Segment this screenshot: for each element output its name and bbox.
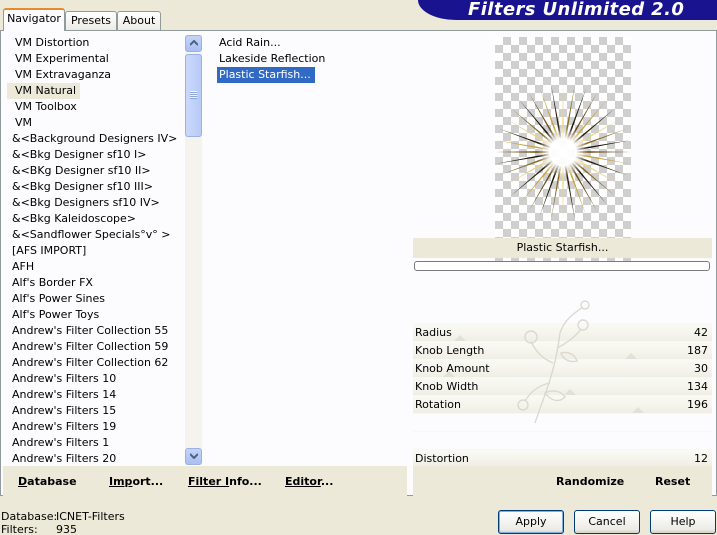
param-label: Distortion: [415, 452, 469, 465]
tab-about[interactable]: About: [117, 11, 161, 30]
list-item-selected[interactable]: VM Natural: [7, 83, 81, 99]
link-text: atabase: [27, 475, 77, 488]
status-area: Database:ICNET-Filters Filters: 935: [1, 510, 125, 535]
list-item[interactable]: &<Bkg Designer sf10 I>: [7, 147, 184, 163]
progress-bar: [414, 261, 710, 271]
chevron-up-icon: [189, 40, 198, 46]
starfish-center-glow: [537, 126, 589, 178]
param-empty: [413, 431, 712, 449]
reset-link[interactable]: Reset: [655, 475, 690, 488]
list-item[interactable]: Andrew's Filters 10: [7, 371, 184, 387]
list-item[interactable]: Andrew's Filter Collection 55: [7, 323, 184, 339]
watermark-icon: [517, 300, 590, 424]
list-item[interactable]: VM Distortion: [7, 35, 184, 51]
list-item[interactable]: VM Toolbox: [7, 99, 184, 115]
param-value: 134: [687, 380, 708, 393]
link-bar: Database Import... Filter Info... Editor…: [3, 466, 407, 496]
chevron-down-icon: [189, 453, 198, 459]
list-item[interactable]: &<Bkg Designer sf10 III>: [7, 179, 184, 195]
param-label: Radius: [415, 326, 452, 339]
param-distortion[interactable]: Distortion 12: [413, 449, 712, 466]
filter-name-label: Plastic Starfish...: [413, 238, 712, 258]
randomize-link[interactable]: Randomize: [556, 475, 624, 488]
database-label: Database:: [1, 510, 58, 523]
list-item[interactable]: &<Background Designers IV>: [7, 131, 184, 147]
category-scrollbar[interactable]: [185, 35, 202, 465]
param-value: 187: [687, 344, 708, 357]
list-item[interactable]: VM: [7, 115, 184, 131]
param-value: 196: [687, 398, 708, 411]
preview-image: [495, 37, 631, 267]
grip-icon: [190, 91, 197, 99]
filters-count-value: 935: [56, 523, 77, 535]
link-bar-right: Randomize Reset: [413, 466, 712, 496]
list-item[interactable]: &<Bkg Designers sf10 IV>: [7, 195, 184, 211]
list-item[interactable]: Alf's Power Toys: [7, 307, 184, 323]
tab-presets[interactable]: Presets: [65, 11, 117, 30]
editor-link[interactable]: Editor...: [285, 475, 333, 488]
link-accel: D: [18, 475, 28, 488]
list-item[interactable]: Andrew's Filters 20: [7, 451, 184, 463]
param-label: Knob Width: [415, 380, 479, 393]
list-item[interactable]: Andrew's Filters 1: [7, 435, 184, 451]
apply-button[interactable]: Apply: [498, 510, 564, 534]
link-text: ...: [320, 475, 334, 488]
link-accel: Filter I: [188, 475, 230, 488]
list-item[interactable]: VM Extravaganza: [7, 67, 184, 83]
filter-list[interactable]: Acid Rain... Lakeside Reflection Plastic…: [205, 35, 408, 463]
starfish-preview-graphic: [495, 84, 631, 220]
list-item-selected[interactable]: Plastic Starfish...: [217, 67, 315, 83]
category-list[interactable]: VM Distortion VM Experimental VM Extrava…: [7, 35, 184, 463]
link-accel: Editor: [285, 475, 321, 488]
param-value: 12: [694, 452, 708, 465]
param-value: 30: [694, 362, 708, 375]
param-value: 42: [694, 326, 708, 339]
link-accel: Imp: [109, 475, 133, 488]
list-item[interactable]: Andrew's Filters 19: [7, 419, 184, 435]
list-item[interactable]: Acid Rain...: [217, 35, 408, 51]
list-item[interactable]: Andrew's Filter Collection 62: [7, 355, 184, 371]
scroll-up-button[interactable]: [185, 35, 202, 52]
param-label: Knob Length: [415, 344, 485, 357]
list-item[interactable]: Andrew's Filter Collection 59: [7, 339, 184, 355]
list-item[interactable]: Andrew's Filters 15: [7, 403, 184, 419]
link-text: ort...: [132, 475, 164, 488]
link-text: nfo...: [229, 475, 262, 488]
database-link[interactable]: Database: [18, 475, 77, 488]
parameter-panel: Radius 42 Knob Length 187 Knob Amount 30…: [413, 293, 712, 449]
list-item[interactable]: Alf's Power Sines: [7, 291, 184, 307]
list-item[interactable]: &<Bkg Kaleidoscope>: [7, 211, 184, 227]
scroll-down-button[interactable]: [185, 448, 202, 465]
list-item[interactable]: Andrew's Filters 14: [7, 387, 184, 403]
param-label: Rotation: [415, 398, 462, 411]
list-item[interactable]: [AFS IMPORT]: [7, 243, 184, 259]
app-banner: Filters Unlimited 2.0: [418, 0, 717, 20]
preview-panel: [411, 35, 713, 267]
help-button[interactable]: Help: [650, 510, 716, 534]
list-item[interactable]: Lakeside Reflection: [217, 51, 408, 67]
filter-info-link[interactable]: Filter Info...: [188, 475, 262, 488]
app-title: Filters Unlimited 2.0: [468, 0, 685, 20]
list-item[interactable]: VM Experimental: [7, 51, 184, 67]
scroll-thumb[interactable]: [185, 54, 202, 137]
tab-navigator[interactable]: Navigator: [3, 8, 65, 31]
list-item[interactable]: Alf's Border FX: [7, 275, 184, 291]
list-item[interactable]: AFH: [7, 259, 184, 275]
import-link[interactable]: Import...: [109, 475, 163, 488]
filters-count-label: Filters:: [1, 523, 38, 535]
list-item[interactable]: &<Sandflower Specials°v° >: [7, 227, 184, 243]
database-value: ICNET-Filters: [56, 510, 125, 523]
list-item[interactable]: &<BKg Designer sf10 II>: [7, 163, 184, 179]
cancel-button[interactable]: Cancel: [574, 510, 640, 534]
